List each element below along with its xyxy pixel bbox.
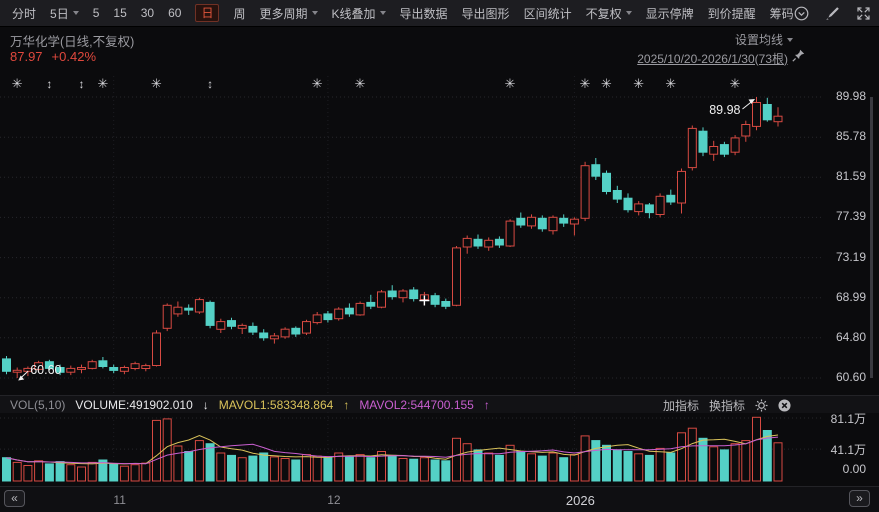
candles [2, 97, 783, 378]
top-toolbar: 分时 5日 5 15 30 60 日周更多周期 K线叠加 导出数据 导出图形 区间统计 不复权 显示停牌… [0, 0, 879, 27]
price-axis-label: 73.19 [835, 249, 866, 264]
chevron-down-icon [625, 11, 632, 15]
toolbar-item-5[interactable]: 60 [168, 6, 181, 20]
scroll-right-button[interactable]: » [849, 490, 870, 507]
toolbar-item-0[interactable]: 分时 [12, 5, 36, 22]
svg-text:✳: ✳ [665, 76, 676, 91]
high-price-annotation: 89.98 [709, 103, 740, 117]
toolbar-items: 分时 5日 5 15 30 60 日周更多周期 K线叠加 导出数据 导出图形 区间统计 不复权 显示停牌… [12, 4, 794, 22]
toolbar-item-2[interactable]: 5 [93, 6, 100, 20]
date-axis-label: 11 [113, 493, 126, 507]
svg-text:✳: ✳ [601, 76, 612, 91]
low-price-annotation: 60.60 [30, 363, 61, 377]
price-axis-label: 77.39 [835, 209, 866, 224]
volume-value: VOLUME:491902.010 [75, 397, 193, 412]
volume-axis-label: 0.00 [842, 462, 866, 476]
grid [0, 76, 873, 394]
price-axis-label: 89.98 [835, 89, 866, 103]
ma-settings-button[interactable]: 设置均线 [735, 31, 793, 48]
stock-chart-app: 分时 5日 5 15 30 60 日周更多周期 K线叠加 导出数据 导出图形 区间统计 不复权 显示停牌… [0, 0, 879, 512]
svg-text:✳: ✳ [97, 76, 108, 91]
chevron-down-icon [72, 11, 79, 15]
chevron-down-icon [787, 37, 793, 42]
chevron-down-icon [379, 11, 386, 15]
price-axis-label: 81.59 [835, 169, 866, 184]
toolbar-item-14[interactable]: 显示停牌 [646, 5, 694, 22]
svg-text:✳: ✳ [355, 76, 366, 91]
date-axis: « » 11 12 2026 [0, 486, 879, 512]
svg-text:✳: ✳ [151, 76, 162, 91]
collapse-toolbar-icon[interactable] [794, 6, 809, 21]
toolbar-item-3[interactable]: 15 [113, 6, 126, 20]
draw-tool-icon[interactable] [825, 6, 840, 21]
candlestick-chart[interactable]: ✳ ↕ ↕ ✳ ✳ ↕ ✳ ✳ ✳ ✳ ✳ ✳ ✳ ✳ 60.60 89.98 [0, 62, 879, 394]
close-indicator-icon[interactable] [778, 398, 791, 412]
indicator-name: VOL(5,10) [10, 397, 66, 412]
toolbar-item-12[interactable]: 区间统计 [524, 5, 572, 22]
price-axis-label: 85.78 [835, 129, 866, 144]
mavol2-up-arrow-icon: ↑ [483, 397, 490, 412]
price-axis-label: 60.60 [835, 370, 866, 384]
mavol2-value: MAVOL2:544700.155 [359, 397, 474, 412]
scroll-left-button[interactable]: « [4, 490, 25, 507]
volume-axis-label: 41.1万 [830, 443, 866, 458]
switch-indicator-button[interactable]: 换指标 [709, 397, 745, 414]
chevron-down-icon [311, 11, 318, 15]
toolbar-item-6[interactable]: 日 [195, 4, 220, 22]
event-markers[interactable]: ✳ ↕ ↕ ✳ ✳ ↕ ✳ ✳ ✳ ✳ ✳ ✳ ✳ ✳ [12, 76, 741, 91]
toolbar-item-1[interactable]: 5日 [50, 5, 79, 22]
mavol1-up-arrow-icon: ↑ [343, 397, 350, 412]
volume-down-arrow-icon: ↓ [202, 397, 209, 412]
toolbar-item-11[interactable]: 导出图形 [462, 5, 510, 22]
svg-text:↕: ↕ [207, 77, 213, 91]
toolbar-icons [794, 6, 871, 21]
svg-text:✳: ✳ [633, 76, 644, 91]
toolbar-item-10[interactable]: 导出数据 [400, 5, 448, 22]
toolbar-item-15[interactable]: 到价提醒 [708, 5, 756, 22]
volume-chart[interactable] [0, 412, 879, 482]
svg-text:✳: ✳ [312, 76, 323, 91]
svg-text:✳: ✳ [505, 76, 516, 91]
ma-settings-label: 设置均线 [734, 33, 783, 47]
symbol-title: 万华化学(日线,不复权) [10, 35, 135, 49]
toolbar-item-16[interactable]: 筹码 [770, 5, 794, 22]
volume-axis-label: 81.1万 [830, 412, 866, 426]
svg-text:✳: ✳ [730, 76, 741, 91]
svg-text:✳: ✳ [12, 76, 23, 91]
svg-text:↕: ↕ [79, 77, 85, 91]
svg-text:✳: ✳ [580, 76, 591, 91]
gear-icon[interactable] [755, 398, 768, 412]
mavol1-value: MAVOL1:583348.864 [218, 397, 334, 412]
price-axis-label: 64.80 [835, 329, 866, 344]
toolbar-item-13[interactable]: 不复权 [586, 5, 632, 22]
svg-text:↕: ↕ [46, 77, 52, 91]
date-axis-label: 2026 [565, 493, 595, 508]
toolbar-item-7[interactable]: 周 [233, 5, 245, 22]
toolbar-item-9[interactable]: K线叠加 [332, 5, 386, 22]
toolbar-item-8[interactable]: 更多周期 [260, 5, 318, 22]
price-axis-label: 68.99 [835, 289, 866, 304]
fullscreen-icon[interactable] [856, 6, 871, 21]
date-axis-label: 12 [327, 493, 341, 507]
volume-indicator-header: VOL(5,10) VOLUME:491902.010 ↓ MAVOL1:583… [0, 395, 879, 413]
add-indicator-button[interactable]: 加指标 [663, 397, 699, 414]
toolbar-item-4[interactable]: 30 [141, 6, 154, 20]
